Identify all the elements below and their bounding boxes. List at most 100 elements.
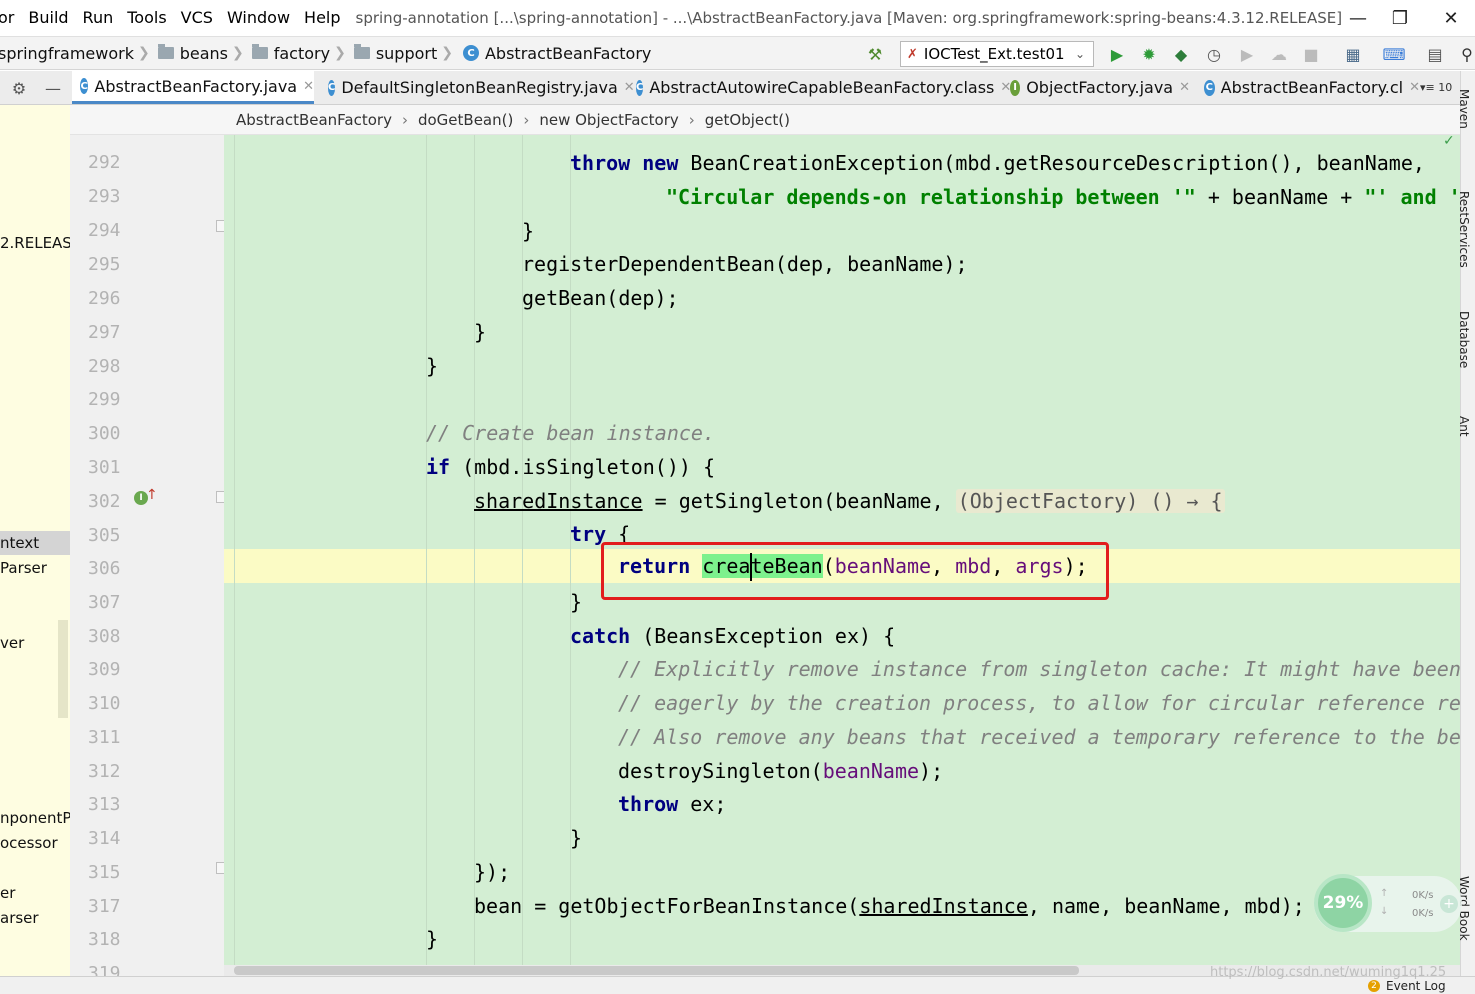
stop-icon[interactable]: ■: [1302, 45, 1320, 64]
line-number: 293: [88, 186, 121, 207]
checkmark-icon: ✓: [1443, 133, 1455, 149]
gear-icon[interactable]: ⚙: [10, 79, 28, 98]
tab-overflow-button[interactable]: ▾≡ 10: [1420, 81, 1452, 94]
nav-crumb-beans[interactable]: beans ❯: [150, 44, 244, 63]
database-tool-button[interactable]: Database: [1457, 311, 1471, 368]
editor-crumb-inner-method[interactable]: getObject(): [705, 111, 790, 129]
menu-tools[interactable]: Tools: [120, 0, 173, 36]
menu-window[interactable]: Window: [220, 0, 297, 36]
editor-breadcrumb: AbstractBeanFactory › doGetBean() › new …: [70, 105, 1460, 135]
line-number: 302: [88, 491, 121, 512]
project-tree-item[interactable]: Parser: [0, 559, 47, 577]
window-title: spring-annotation [...\spring-annotation…: [355, 9, 1343, 27]
menu-refactor[interactable]: or: [0, 0, 21, 36]
close-window-button[interactable]: ✕: [1427, 0, 1475, 36]
tab-label: DefaultSingletonBeanRegistry.java: [341, 78, 618, 97]
code-line-293: "Circular depends-on relationship betwee…: [666, 180, 1460, 214]
search-icon[interactable]: ⚲: [1458, 45, 1475, 64]
tab-defaultsingletonbeanregistry-java[interactable]: C DefaultSingletonBeanRegistry.java ✕: [322, 71, 635, 104]
project-tree-item[interactable]: er: [0, 884, 15, 902]
project-scrollbar[interactable]: [58, 620, 68, 718]
project-tree-item[interactable]: 2.RELEASE: [0, 234, 70, 252]
nav-crumb-support[interactable]: support ❯: [346, 44, 453, 63]
nav-crumb-factory[interactable]: factory ❯: [244, 44, 346, 63]
menu-build[interactable]: Build: [21, 0, 75, 36]
menu-bar: or Build Run Tools VCS Window Help sprin…: [0, 0, 1475, 36]
keyword: if: [426, 455, 451, 479]
nav-crumb-label: springframework: [0, 43, 134, 63]
code-line-300: // Create bean instance.: [426, 416, 715, 450]
collapse-icon[interactable]: —: [44, 79, 62, 98]
tab-label: AbstractBeanFactory.java: [94, 76, 298, 96]
indent-guide: [426, 135, 427, 965]
parameter: beanName: [822, 759, 920, 783]
project-tree-item[interactable]: ntext: [0, 534, 39, 552]
variable: sharedInstance: [859, 894, 1028, 918]
nav-crumb-label: support: [375, 43, 438, 63]
keyword: new: [642, 151, 679, 175]
layout-icon[interactable]: ▤: [1426, 45, 1444, 64]
overrides-arrow-icon[interactable]: ↑: [146, 487, 158, 503]
line-number-gutter[interactable]: 292 293 294 295 296 297 298 299 300 301 …: [70, 135, 228, 976]
ant-tool-button[interactable]: Ant: [1457, 416, 1471, 437]
maven-tool-button[interactable]: Maven: [1457, 89, 1471, 129]
menu-help[interactable]: Help: [297, 0, 347, 36]
nav-crumb-class[interactable]: C AbstractBeanFactory: [453, 44, 651, 63]
editor-crumb-anonymous[interactable]: new ObjectFactory: [539, 111, 678, 129]
tab-objectfactory-java[interactable]: I ObjectFactory.java ✕: [1004, 71, 1190, 104]
run-icon[interactable]: ▶: [1108, 45, 1126, 64]
project-tree-item[interactable]: ver: [0, 634, 24, 652]
plus-icon[interactable]: +: [1440, 895, 1458, 913]
comment: // Also remove any beans that received a…: [618, 725, 1460, 749]
code-line-308: catch (BeansException ex) {: [570, 619, 895, 653]
minimize-button[interactable]: —: [1334, 0, 1382, 36]
close-icon[interactable]: ✕: [303, 79, 314, 94]
class-icon: C: [636, 79, 644, 96]
download-arrow-icon: ↓: [1380, 906, 1389, 917]
menu-vcs[interactable]: VCS: [174, 0, 220, 36]
network-monitor-widget[interactable]: 29% ↑ ↓ 0K/s 0K/s +: [1314, 874, 1462, 932]
scrollbar-thumb[interactable]: [234, 966, 1079, 975]
code-line-297: }: [474, 320, 487, 344]
coverage-icon[interactable]: ◆: [1172, 45, 1190, 64]
chevron-right-icon: ›: [401, 110, 408, 129]
run-dropdown-icon[interactable]: ▶: [1238, 45, 1256, 64]
upload-speed: 0K/s: [1412, 890, 1434, 901]
build-hammer-icon[interactable]: ⚒: [866, 45, 884, 64]
project-tree-item[interactable]: nponentPr: [0, 809, 70, 827]
nav-crumb-springframework[interactable]: springframework ❯: [0, 44, 150, 63]
tab-abstractbeanfactory-class[interactable]: C AbstractBeanFactory.cl ✕: [1198, 71, 1420, 104]
line-number: 310: [88, 693, 121, 714]
editor-crumb-method[interactable]: doGetBean(): [418, 111, 513, 129]
project-structure-icon[interactable]: ▦: [1344, 45, 1362, 64]
code-line-296: getBean(dep);: [522, 286, 679, 310]
lambda-fold-hint[interactable]: (ObjectFactory) () → {: [955, 489, 1225, 513]
line-number: 292: [88, 152, 121, 173]
chevron-right-icon: ›: [523, 110, 530, 129]
tab-abstractautowirecapablebeanfactory-class[interactable]: C AbstractAutowireCapableBeanFactory.cla…: [630, 71, 1011, 104]
tab-abstractbeanfactory-java[interactable]: C AbstractBeanFactory.java ✕: [72, 71, 314, 104]
code-text: , name, beanName, mbd);: [1027, 894, 1305, 918]
keyword: throw: [570, 151, 631, 175]
editor-crumb-class[interactable]: AbstractBeanFactory: [236, 111, 392, 129]
code-line-311: // Also remove any beans that received a…: [618, 720, 1460, 754]
close-icon[interactable]: ✕: [1409, 80, 1420, 95]
close-icon[interactable]: ✕: [1179, 80, 1190, 95]
code-line-313: throw ex;: [618, 787, 726, 821]
project-tree-item[interactable]: arser: [0, 909, 39, 927]
run-configuration-select[interactable]: ✗ IOCTest_Ext.test01 ⌄: [900, 41, 1094, 67]
keyword: catch: [570, 624, 631, 648]
keyword: throw: [618, 792, 679, 816]
event-log-button[interactable]: 2 Event Log: [1368, 979, 1446, 993]
restservices-tool-button[interactable]: RestServices: [1457, 191, 1471, 268]
translate-icon[interactable]: ⌨: [1382, 45, 1405, 64]
restore-button[interactable]: ❐: [1376, 0, 1424, 36]
line-number: 307: [88, 592, 121, 613]
project-tree-item[interactable]: ocessor: [0, 834, 58, 852]
code-line-310: // eagerly by the creation process, to a…: [618, 686, 1460, 720]
profile-icon[interactable]: ◷: [1205, 45, 1223, 64]
code-line-314: }: [570, 826, 583, 850]
debug-icon[interactable]: ✹: [1140, 45, 1158, 64]
menu-run[interactable]: Run: [76, 0, 121, 36]
attach-debugger-icon[interactable]: ☁: [1270, 45, 1288, 64]
